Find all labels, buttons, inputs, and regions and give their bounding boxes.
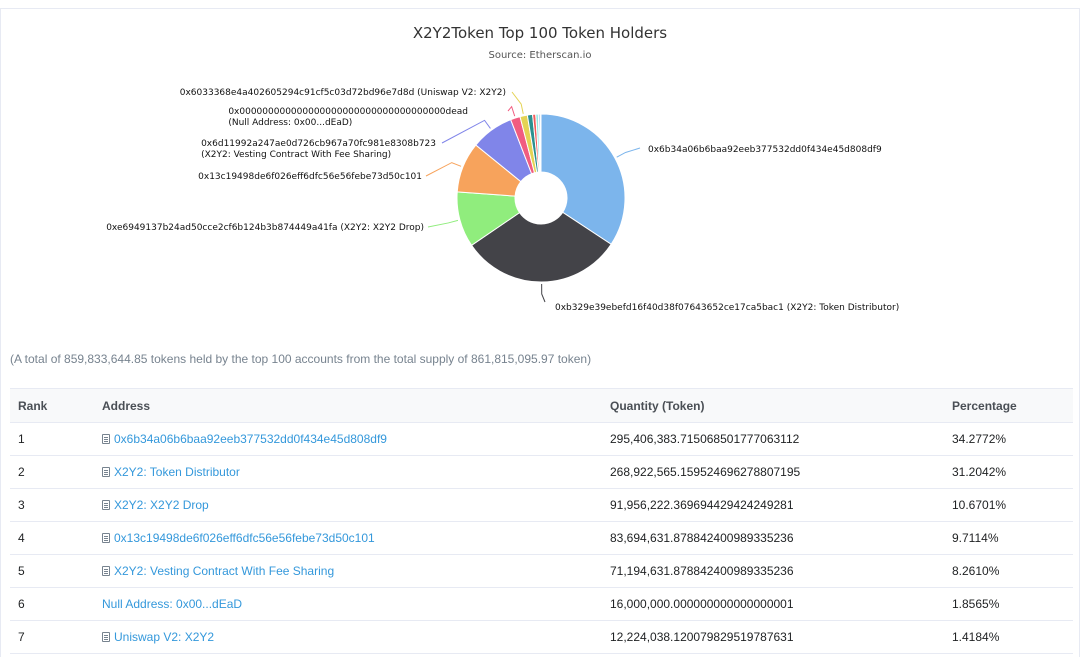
quantity-cell: 71,194,631.878842400989335236 [602,554,944,588]
header-percentage: Percentage [944,388,1073,423]
contract-icon [102,434,110,444]
address-link[interactable]: 0x6b34a06b6baa92eeb377532dd0f434e45d808d… [114,432,387,446]
address-cell: X2Y2: Vesting Contract With Fee Sharing [94,554,602,588]
address-link[interactable]: X2Y2: X2Y2 Drop [114,498,209,512]
table-row: 4 0x13c19498de6f026eff6dfc56e56febe73d50c… [10,521,1073,555]
pie-slice-label: 0x000000000000000000000000000000000000de… [228,107,468,117]
quantity-cell: 295,406,383.715068501777063112 [602,422,944,456]
percentage-cell: 34.2772% [944,422,1073,456]
table-row: 6 Null Address: 0x00...dEaD 16,000,000.000… [10,587,1073,621]
pie-slice-sublabel: (Null Address: 0x00...dEaD) [228,118,352,128]
pie-slice-label: 0x6b34a06b6baa92eeb377532dd0f434e45d808d… [648,145,882,155]
percentage-cell: 31.2042% [944,455,1073,489]
pie-slice[interactable] [539,113,542,173]
pie-connector-line [507,105,516,117]
pie-slice-label: 0x6d11992a247ae0d726cb967a70fc981e8308b7… [201,139,436,149]
pie-slice-label: 0x6033368e4a402605294c91cf5c03d72bd96e7d… [180,88,506,98]
percentage-cell: 1.4184% [944,620,1073,654]
quantity-cell: 91,956,222.369694429424249281 [602,488,944,522]
pie-slice-label: 0xe6949137b24ad50cce2cf6b124b3b874449a41… [106,223,424,233]
percentage-cell: 1.8565% [944,587,1073,621]
table-header-row: Rank Address Quantity (Token) Percentage [10,388,1073,423]
address-cell: X2Y2: Token Distributor [94,455,602,489]
rank-cell: 4 [10,521,94,555]
address-link[interactable]: Null Address: 0x00...dEaD [102,597,242,611]
pie-slice-label: 0x13c19498de6f026eff6dfc56e56febe73d50c1… [198,172,422,182]
quantity-cell: 12,224,038.120079829519787631 [602,620,944,654]
table-row: 1 0x6b34a06b6baa92eeb377532dd0f434e45d808… [10,422,1073,456]
contract-icon [102,467,110,477]
table-row: 7 Uniswap V2: X2Y2 12,224,038.120079829519… [10,620,1073,654]
address-link[interactable]: Uniswap V2: X2Y2 [114,630,214,644]
pie-connector-line [427,219,459,228]
pie-connector-line [511,91,524,114]
rank-cell: 7 [10,620,94,654]
header-address: Address [94,388,602,423]
address-link[interactable]: 0x13c19498de6f026eff6dfc56e56febe73d50c1… [114,531,375,545]
table-row: 3 X2Y2: X2Y2 Drop 91,956,222.3696944294242… [10,488,1073,522]
pie-connector-line [425,162,462,177]
table-row: 2 X2Y2: Token Distributor 268,922,565.1595… [10,455,1073,489]
holders-table: Rank Address Quantity (Token) Percentage… [10,388,1073,654]
pie-connector-line [541,283,546,303]
address-link[interactable]: X2Y2: Vesting Contract With Fee Sharing [114,564,334,578]
rank-cell: 1 [10,422,94,456]
percentage-cell: 10.6701% [944,488,1073,522]
contract-icon [102,566,110,576]
supply-summary: (A total of 859,833,644.85 tokens held b… [10,352,592,366]
rank-cell: 5 [10,554,94,588]
contract-icon [102,500,110,510]
rank-cell: 3 [10,488,94,522]
address-cell: X2Y2: X2Y2 Drop [94,488,602,522]
quantity-cell: 83,694,631.878842400989335236 [602,521,944,555]
address-cell: 0x6b34a06b6baa92eeb377532dd0f434e45d808d… [94,422,602,456]
pie-slice-sublabel: (X2Y2: Vesting Contract With Fee Sharing… [201,150,391,160]
header-quantity: Quantity (Token) [602,388,944,423]
header-rank: Rank [10,388,94,423]
table-body: 1 0x6b34a06b6baa92eeb377532dd0f434e45d808… [10,422,1073,654]
percentage-cell: 8.2610% [944,554,1073,588]
address-cell: Null Address: 0x00...dEaD [94,587,602,621]
address-cell: Uniswap V2: X2Y2 [94,620,602,654]
rank-cell: 2 [10,455,94,489]
address-link[interactable]: X2Y2: Token Distributor [114,465,240,479]
address-cell: 0x13c19498de6f026eff6dfc56e56febe73d50c1… [94,521,602,555]
pie-slice-label: 0xb329e39ebefd16f40d38f07643652ce17ca5ba… [555,303,899,313]
quantity-cell: 268,922,565.15952469627880719​5 [602,455,944,489]
percentage-cell: 9.7114% [944,521,1073,555]
table-row: 5 X2Y2: Vesting Contract With Fee Sharing… [10,554,1073,588]
rank-cell: 6 [10,587,94,621]
pie-connector-line [616,147,641,158]
quantity-cell: 16,000,000.000000000000000001 [602,587,944,621]
holders-pie-chart: 0x6b34a06b6baa92eeb377532dd0f434e45d808d… [106,88,899,313]
contract-icon [102,533,110,543]
contract-icon [102,632,110,642]
